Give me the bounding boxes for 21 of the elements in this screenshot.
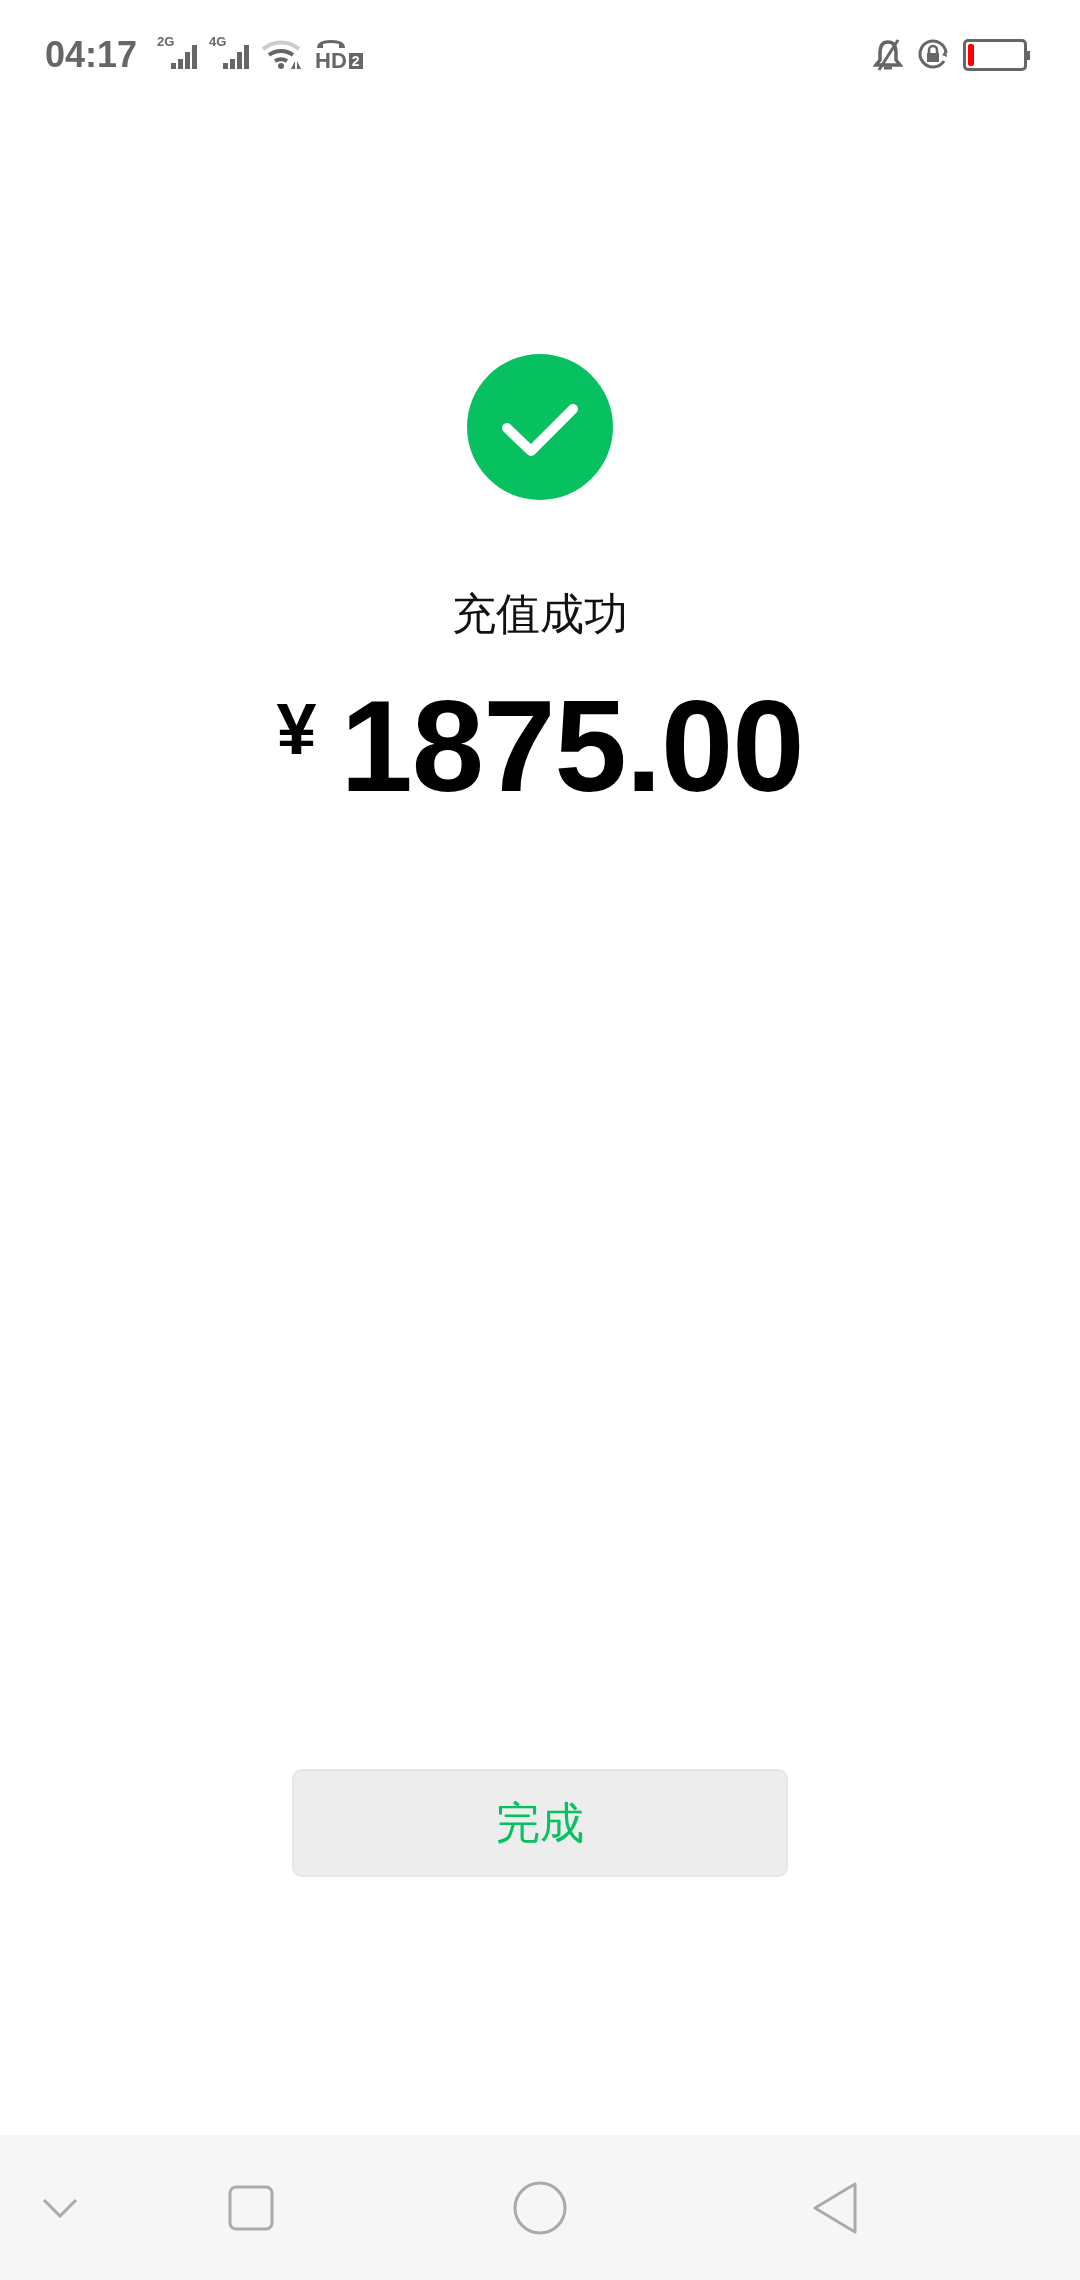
battery-icon <box>963 39 1030 71</box>
muted-bell-icon <box>873 39 903 71</box>
wifi-icon <box>261 39 304 71</box>
hd-label: HD <box>315 49 347 72</box>
phone-icon <box>315 38 348 49</box>
status-time: 04:17 <box>45 34 138 76</box>
result-title: 充值成功 <box>452 588 628 640</box>
signal-icon <box>171 45 198 71</box>
home-icon[interactable] <box>513 2180 567 2235</box>
done-button[interactable]: 完成 <box>292 1769 788 1877</box>
network-type: 4G <box>209 35 227 48</box>
currency-symbol: ¥ <box>276 692 317 765</box>
chevron-down-icon[interactable] <box>42 2197 78 2218</box>
success-check-icon <box>467 354 613 500</box>
back-icon[interactable] <box>811 2180 859 2235</box>
signal-icon <box>223 45 250 71</box>
rotation-lock-icon <box>917 39 949 71</box>
amount-text: 1875.00 <box>340 680 804 811</box>
hd-badge: 2 <box>348 52 363 69</box>
recents-icon[interactable] <box>228 2184 274 2231</box>
network-type: 2G <box>157 35 175 48</box>
